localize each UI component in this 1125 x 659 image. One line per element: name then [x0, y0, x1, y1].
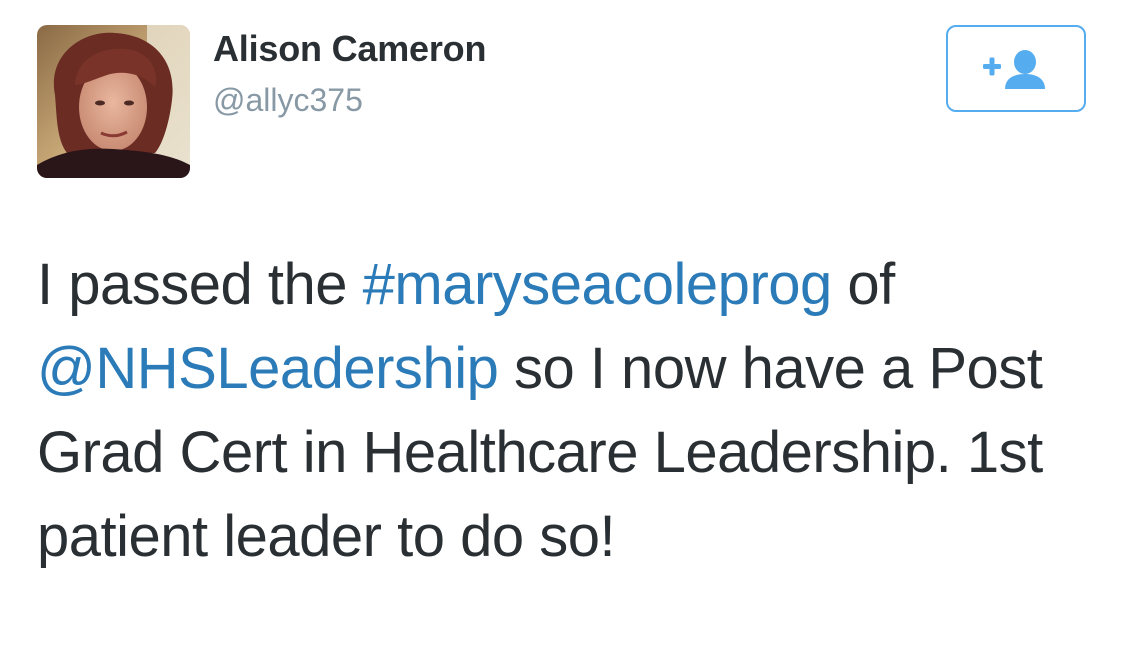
- follow-button[interactable]: [946, 25, 1086, 112]
- user-display-name[interactable]: Alison Cameron: [213, 28, 486, 70]
- follow-person-plus-icon: [983, 49, 1045, 89]
- tweet-text-segment: of: [831, 252, 895, 317]
- user-handle[interactable]: @allyc375: [213, 82, 363, 119]
- profile-photo-icon: [37, 25, 190, 178]
- avatar[interactable]: [37, 25, 190, 178]
- tweet-card: Alison Cameron @allyc375 I passed the #m…: [0, 0, 1125, 659]
- hashtag-link[interactable]: #maryseacoleprog: [363, 252, 833, 317]
- tweet-text-segment: I passed the: [37, 252, 363, 317]
- mention-link[interactable]: @NHSLeadership: [37, 336, 499, 401]
- tweet-text: I passed the #maryseacoleprog of @NHSLea…: [37, 243, 1087, 579]
